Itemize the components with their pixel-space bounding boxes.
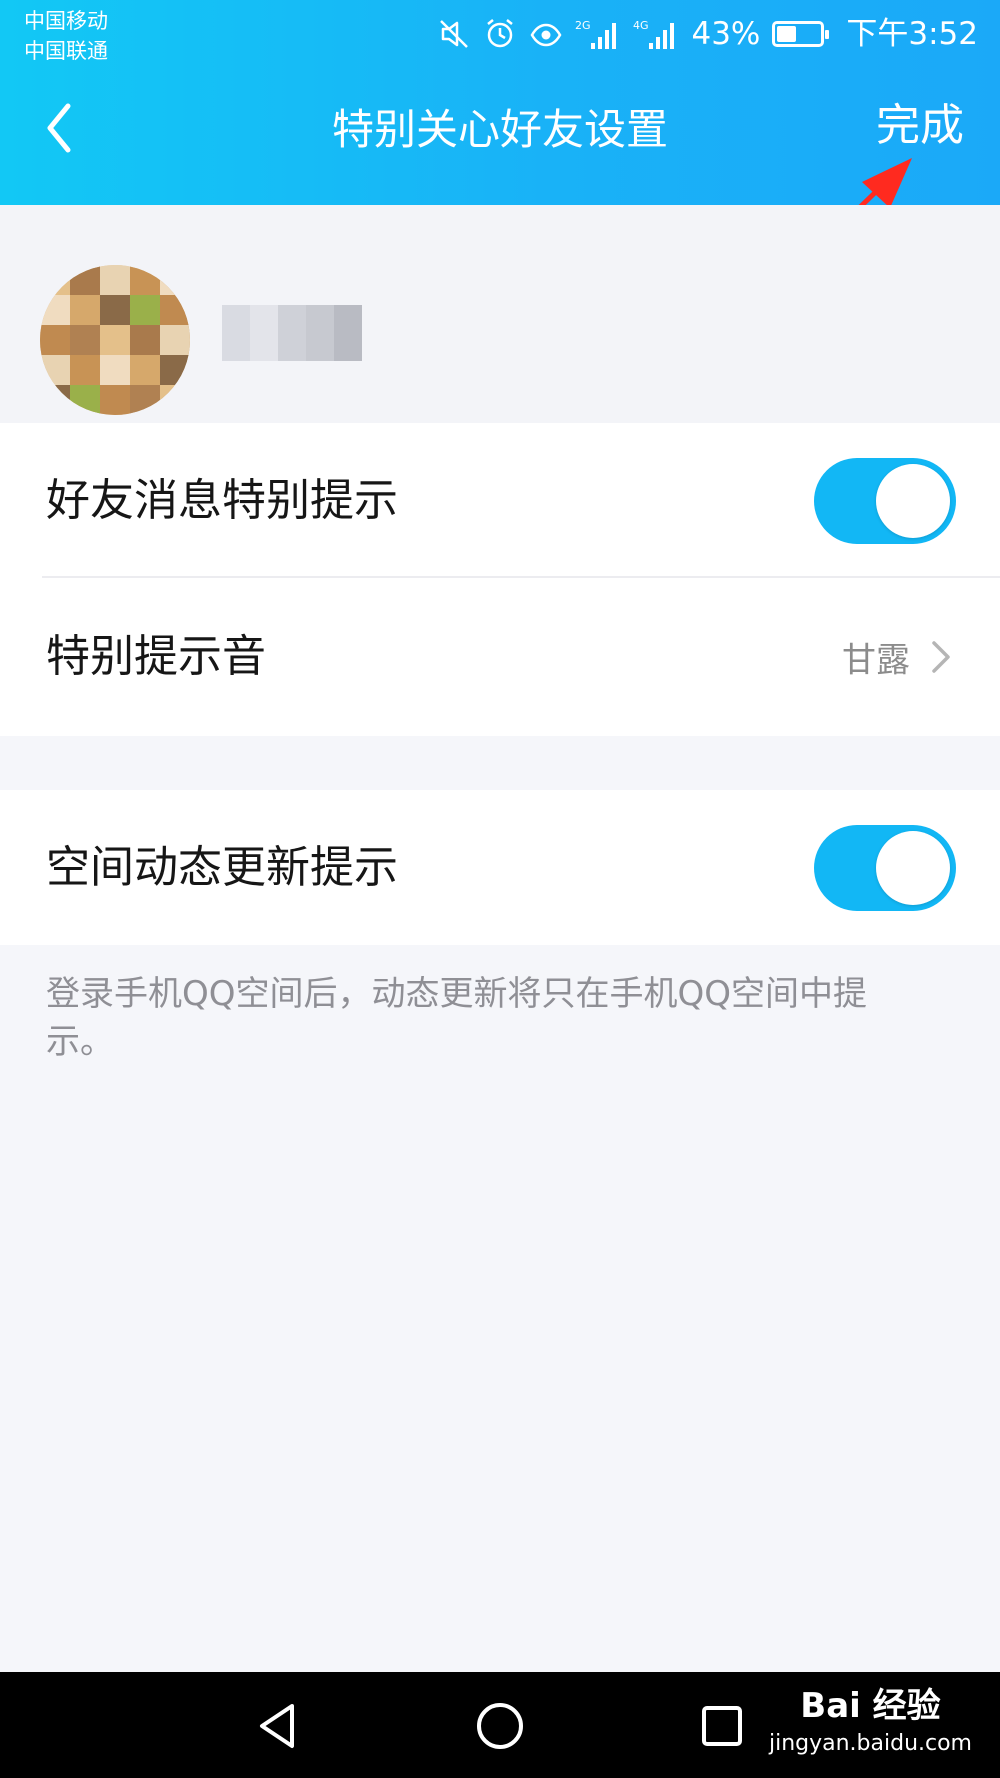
baidu-jingyan-watermark: Bai 经验 jingyan.baidu.com bbox=[769, 1682, 972, 1758]
avatar-mosaic-tile bbox=[70, 355, 100, 385]
special-alert-sound-label: 特别提示音 bbox=[46, 631, 266, 682]
name-mosaic-pixel bbox=[222, 333, 250, 361]
avatar[interactable] bbox=[40, 265, 190, 415]
message-settings-card: 好友消息特别提示 特别提示音 甘露 bbox=[0, 423, 1000, 736]
avatar-mosaic-tile bbox=[130, 295, 160, 325]
avatar-mosaic-tile bbox=[100, 295, 130, 325]
avatar-mosaic-tile bbox=[70, 265, 100, 295]
carrier-1: 中国移动 bbox=[24, 9, 108, 33]
avatar-mosaic-tile bbox=[40, 265, 70, 295]
watermark-url: jingyan.baidu.com bbox=[768, 1731, 972, 1756]
toggle-knob bbox=[876, 463, 950, 538]
space-update-alert-row: 空间动态更新提示 bbox=[0, 790, 1000, 945]
avatar-mosaic-tile bbox=[40, 325, 70, 355]
avatar-mosaic-tile bbox=[160, 325, 190, 355]
back-triangle-icon[interactable] bbox=[250, 1698, 306, 1754]
eye-icon bbox=[531, 23, 562, 47]
avatar-mosaic-tile bbox=[160, 265, 190, 295]
space-settings-card: 空间动态更新提示 bbox=[0, 790, 1000, 945]
friend-profile bbox=[0, 205, 1000, 423]
name-mosaic-pixel bbox=[250, 333, 278, 361]
signal-icon: 4G bbox=[633, 19, 675, 49]
avatar-mosaic-tile bbox=[100, 385, 130, 415]
signal-1-label: 2G bbox=[575, 19, 591, 32]
watermark-brand: Bai 经验 bbox=[800, 1686, 941, 1726]
special-alert-sound-value: 甘露 bbox=[842, 640, 910, 681]
space-update-description: 登录手机QQ空间后，动态更新将只在手机QQ空间中提示。 bbox=[46, 974, 868, 1062]
name-mosaic-pixel bbox=[222, 305, 250, 333]
avatar-mosaic-tile bbox=[130, 385, 160, 415]
signal-2-label: 4G bbox=[633, 19, 649, 32]
avatar-mosaic-tile bbox=[70, 325, 100, 355]
toggle-knob bbox=[876, 830, 950, 905]
special-alert-sound-row[interactable]: 特别提示音 甘露 bbox=[0, 578, 1000, 736]
name-mosaic-pixel bbox=[278, 305, 306, 333]
friend-name-blurred bbox=[222, 305, 362, 367]
status-bar: 中国移动 中国联通 2G 4G 43% 下午3:52 bbox=[0, 0, 1000, 68]
clock: 下午3:52 bbox=[846, 16, 978, 52]
home-circle-icon[interactable] bbox=[472, 1698, 528, 1754]
name-mosaic-pixel bbox=[306, 333, 334, 361]
battery-percent: 43% bbox=[691, 16, 761, 52]
system-navigation-bar: Bai 经验 jingyan.baidu.com bbox=[0, 1672, 1000, 1778]
avatar-mosaic-tile bbox=[40, 355, 70, 385]
avatar-mosaic-tile bbox=[40, 295, 70, 325]
space-update-alert-label: 空间动态更新提示 bbox=[46, 841, 398, 893]
battery-icon bbox=[772, 21, 830, 47]
signal-icon: 2G bbox=[575, 19, 617, 49]
avatar-mosaic-tile bbox=[70, 385, 100, 415]
avatar-mosaic-tile bbox=[130, 265, 160, 295]
avatar-mosaic-tile bbox=[160, 355, 190, 385]
avatar-mosaic-tile bbox=[40, 385, 70, 415]
alarm-icon bbox=[487, 19, 514, 48]
done-button[interactable]: 完成 bbox=[876, 96, 964, 156]
name-mosaic-pixel bbox=[334, 333, 362, 361]
chevron-right-icon bbox=[932, 641, 950, 673]
name-mosaic-pixel bbox=[250, 305, 278, 333]
friend-message-alert-label: 好友消息特别提示 bbox=[46, 474, 398, 526]
status-icons: 2G 4G 43% 下午3:52 bbox=[437, 12, 978, 56]
avatar-mosaic-tile bbox=[100, 355, 130, 385]
recents-square-icon[interactable] bbox=[694, 1698, 750, 1754]
name-mosaic-pixel bbox=[306, 305, 334, 333]
friend-message-alert-row: 好友消息特别提示 bbox=[0, 423, 1000, 578]
carrier-2: 中国联通 bbox=[24, 39, 108, 63]
avatar-mosaic-tile bbox=[160, 295, 190, 325]
avatar-mosaic-tile bbox=[160, 385, 190, 415]
avatar-mosaic-tile bbox=[130, 325, 160, 355]
mute-icon bbox=[440, 20, 469, 48]
name-mosaic-pixel bbox=[278, 333, 306, 361]
friend-message-alert-toggle[interactable] bbox=[814, 457, 956, 544]
avatar-mosaic-tile bbox=[100, 265, 130, 295]
avatar-mosaic-tile bbox=[100, 325, 130, 355]
carrier-info: 中国移动 中国联通 bbox=[24, 6, 108, 66]
space-update-alert-toggle[interactable] bbox=[814, 824, 956, 911]
name-mosaic-pixel bbox=[334, 305, 362, 333]
avatar-mosaic-tile bbox=[130, 355, 160, 385]
avatar-mosaic-tile bbox=[70, 295, 100, 325]
